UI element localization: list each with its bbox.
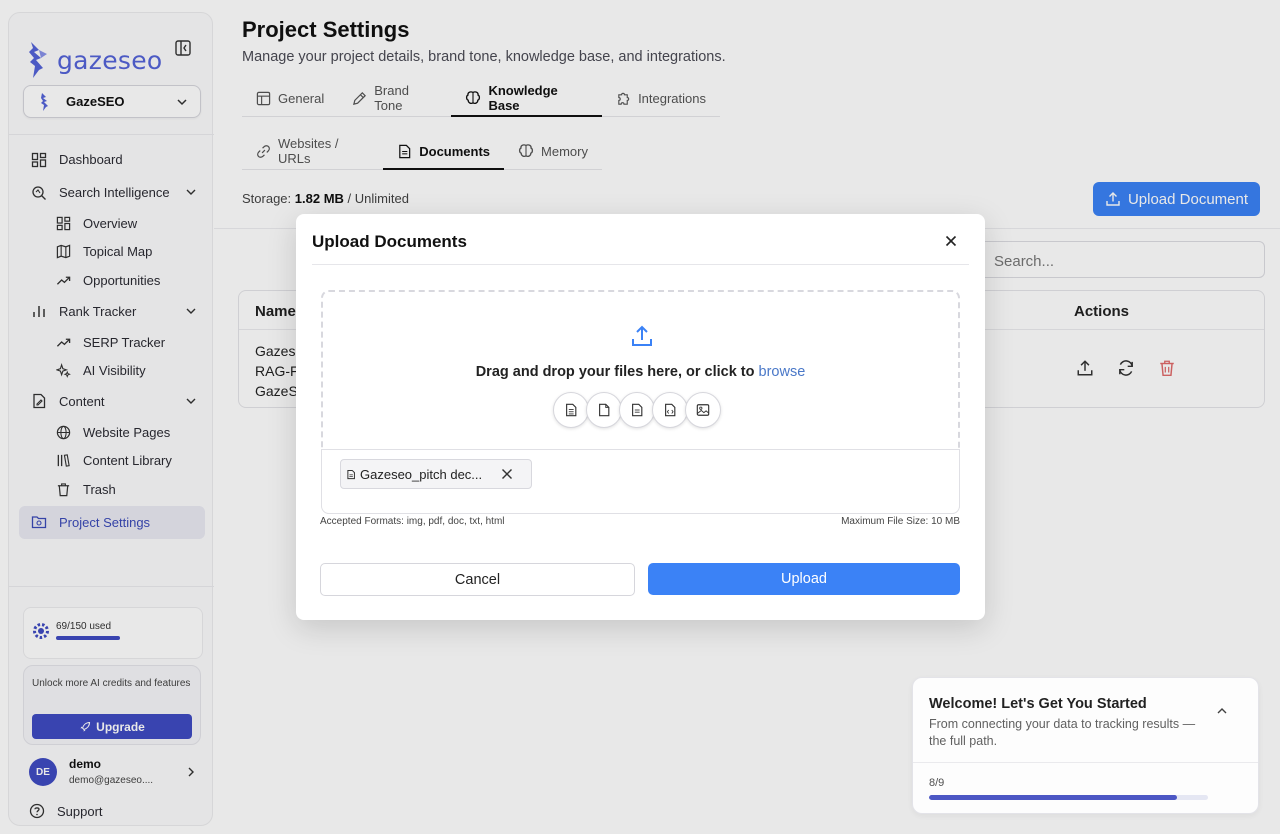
file-name: Gazeseo_pitch dec... — [360, 466, 483, 482]
file-dropzone[interactable]: Drag and drop your files here, or click … — [321, 290, 960, 514]
dropzone-instructions: Drag and drop your files here, or click … — [475, 364, 755, 380]
cancel-button[interactable]: Cancel — [320, 563, 635, 596]
modal-divider — [312, 264, 969, 265]
upload-button[interactable]: Upload — [648, 563, 960, 595]
selected-files-area: Gazeseo_pitch dec... — [321, 449, 960, 514]
max-file-size: Maximum File Size: 10 MB — [841, 516, 960, 527]
image-icon — [685, 392, 721, 428]
file-lines-icon — [619, 392, 655, 428]
remove-file-icon[interactable] — [501, 468, 513, 480]
file-icon — [586, 392, 622, 428]
format-icons — [553, 392, 721, 428]
onboarding-progress-label: 8/9 — [929, 777, 945, 789]
browse-link[interactable]: browse — [759, 364, 806, 380]
onboarding-description: From connecting your data to tracking re… — [929, 717, 1196, 748]
onboarding-card: Welcome! Let's Get You Started From conn… — [912, 677, 1259, 814]
onboarding-progress-fill — [929, 795, 1178, 800]
onboarding-title: Welcome! Let's Get You Started — [929, 696, 1147, 712]
upload-documents-modal: Upload Documents Drag and drop your file… — [296, 214, 985, 620]
file-chip: Gazeseo_pitch dec... — [340, 459, 532, 489]
file-text-icon — [553, 392, 589, 428]
chevron-up-icon[interactable] — [1216, 705, 1228, 717]
upload-icon — [632, 325, 652, 346]
file-code-icon — [652, 392, 688, 428]
close-icon[interactable] — [945, 235, 957, 247]
modal-title: Upload Documents — [312, 232, 467, 251]
file-icon — [347, 469, 355, 479]
onboarding-divider — [913, 762, 1258, 763]
onboarding-progress-track — [929, 795, 1208, 800]
dropzone-text: Drag and drop your files here, or click … — [323, 364, 958, 380]
accepted-formats: Accepted Formats: img, pdf, doc, txt, ht… — [320, 516, 505, 527]
